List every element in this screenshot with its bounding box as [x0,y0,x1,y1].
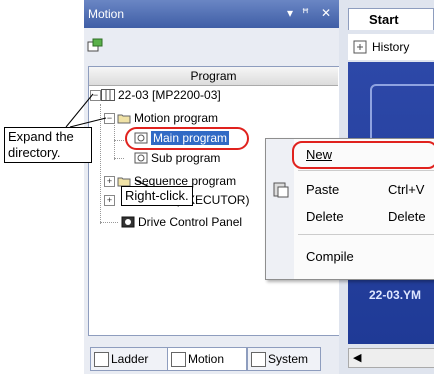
callout-right-click: Right-click. [121,186,193,206]
callout-pointer-lines [65,93,161,193]
